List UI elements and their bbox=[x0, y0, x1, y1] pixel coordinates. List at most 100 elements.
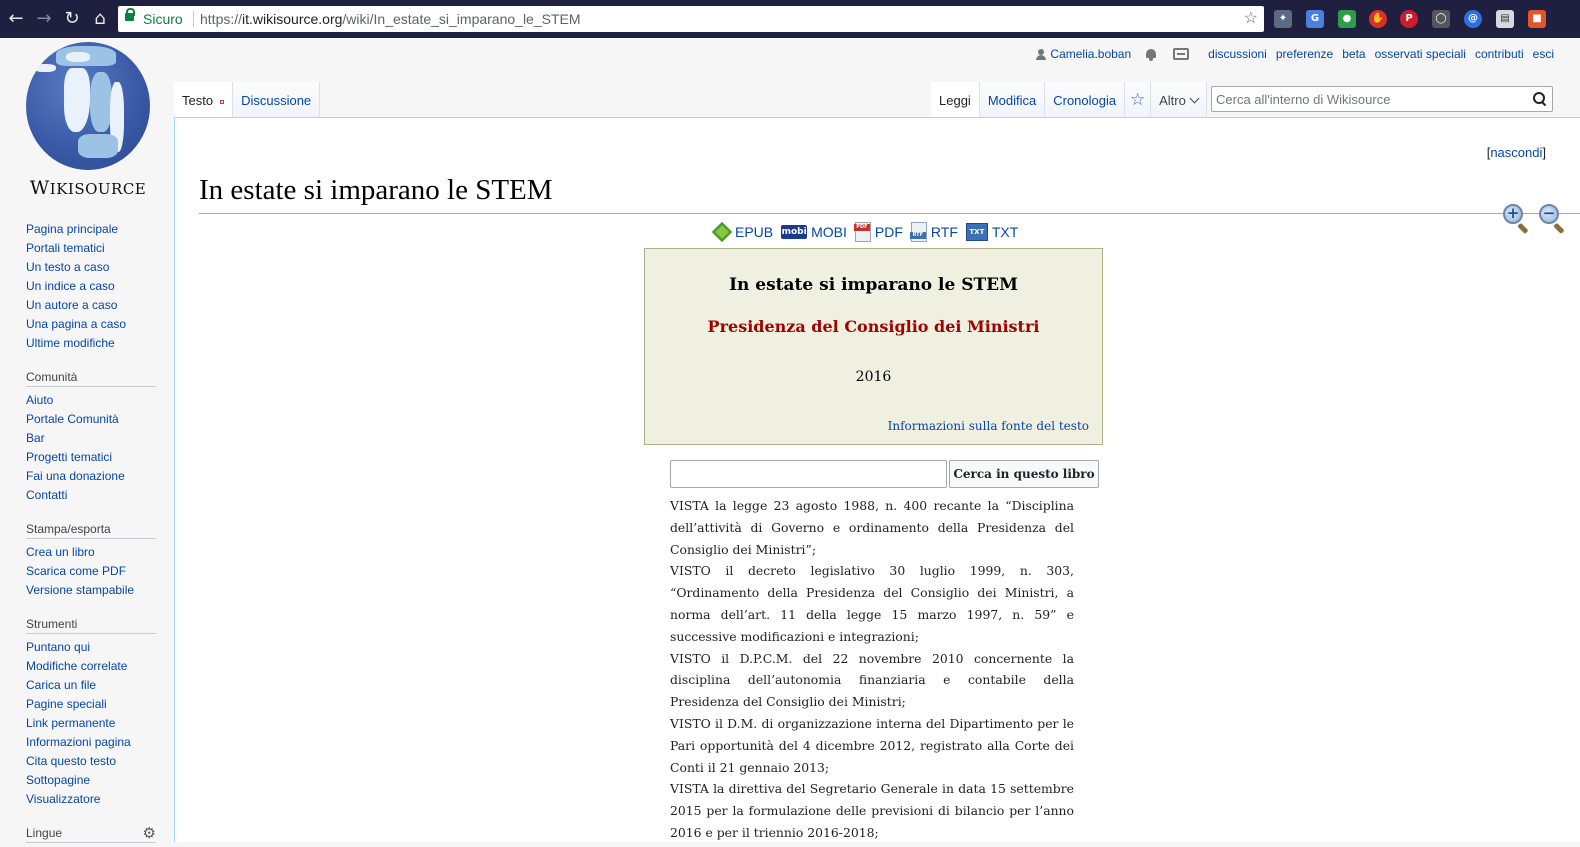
search-icon[interactable] bbox=[1533, 92, 1547, 106]
paragraph: VISTO il D.P.C.M. del 22 novembre 2010 c… bbox=[670, 650, 1074, 710]
user-link[interactable]: Camelia.boban bbox=[1050, 47, 1131, 61]
personal-link-beta[interactable]: beta bbox=[1342, 47, 1365, 61]
sidebar-item-carica-file[interactable]: Carica un file bbox=[26, 676, 156, 695]
forward-icon[interactable]: → bbox=[30, 0, 58, 38]
reload-icon[interactable]: ↻ bbox=[58, 0, 86, 38]
sidebar-item-ultime-modifiche[interactable]: Ultime modifiche bbox=[26, 334, 156, 353]
epub-icon bbox=[711, 221, 733, 243]
lightbulb-extension-icon[interactable]: ◯ bbox=[1432, 10, 1450, 28]
pdf-icon-tag: PDF bbox=[853, 224, 870, 231]
sidebar-item-cita-testo[interactable]: Cita questo testo bbox=[26, 752, 156, 771]
wikisource-logo[interactable]: WIKISOURCE bbox=[24, 42, 152, 202]
green-extension-icon[interactable]: ● bbox=[1338, 10, 1356, 28]
url-text[interactable]: https://it.wikisource.org/wiki/In_estate… bbox=[200, 6, 581, 32]
personal-link-esci[interactable]: esci bbox=[1533, 47, 1554, 61]
logo-text-big: W bbox=[29, 177, 50, 199]
url-path: /wiki/In_estate_si_imparano_le_STEM bbox=[342, 11, 581, 27]
source-info-link[interactable]: Informazioni sulla fonte del testo bbox=[888, 419, 1089, 433]
note-extension-icon[interactable]: ▤ bbox=[1496, 10, 1514, 28]
sidebar-item-pagina-a-caso[interactable]: Una pagina a caso bbox=[26, 315, 156, 334]
book-search-input[interactable] bbox=[670, 460, 947, 488]
sidebar-item-contatti[interactable]: Contatti bbox=[26, 486, 156, 505]
personal-tools: Camelia.boban discussioni preferenze bet… bbox=[1036, 47, 1554, 61]
sidebar-heading-comunita[interactable]: Comunità bbox=[26, 368, 156, 387]
sidebar-item-progetti-tematici[interactable]: Progetti tematici bbox=[26, 448, 156, 467]
sidebar-item-link-permanente[interactable]: Link permanente bbox=[26, 714, 156, 733]
globe-icon bbox=[26, 42, 150, 170]
export-rtf-link[interactable]: RTF RTF bbox=[909, 222, 958, 242]
zoom-out-icon[interactable]: − bbox=[1539, 204, 1567, 235]
personal-link-discussioni[interactable]: discussioni bbox=[1208, 47, 1267, 61]
search-input[interactable] bbox=[1216, 90, 1516, 108]
hide-link[interactable]: nascondi bbox=[1490, 145, 1542, 160]
zoom-in-icon[interactable]: + bbox=[1503, 204, 1531, 235]
sidebar-item-modifiche-correlate[interactable]: Modifiche correlate bbox=[26, 657, 156, 676]
at-extension-icon[interactable]: @ bbox=[1464, 10, 1482, 28]
export-epub-link[interactable]: EPUB bbox=[711, 221, 774, 243]
hide-toggle: [nascondi] bbox=[1487, 145, 1546, 160]
export-pdf-link[interactable]: PDF PDF bbox=[853, 222, 903, 242]
book-search-button[interactable]: Cerca in questo libro bbox=[949, 460, 1099, 488]
pdf-icon: PDF bbox=[853, 222, 871, 242]
tab-testo[interactable]: Testo bbox=[174, 82, 234, 117]
more-dropdown[interactable]: Altro bbox=[1151, 82, 1207, 117]
notices-tray-icon[interactable] bbox=[1173, 48, 1190, 60]
home-icon[interactable]: ⌂ bbox=[86, 0, 114, 38]
address-bar[interactable]: Sicuro https://it.wikisource.org/wiki/In… bbox=[118, 6, 1264, 32]
sidebar-item-scarica-pdf[interactable]: Scarica come PDF bbox=[26, 562, 156, 581]
back-icon[interactable]: ← bbox=[2, 0, 30, 38]
translate-extension-icon[interactable]: G bbox=[1306, 10, 1324, 28]
export-epub-label: EPUB bbox=[735, 224, 774, 240]
sidebar-item-testo-a-caso[interactable]: Un testo a caso bbox=[26, 258, 156, 277]
tab-leggi[interactable]: Leggi bbox=[931, 82, 980, 117]
pinterest-extension-icon[interactable]: P bbox=[1400, 10, 1418, 28]
sidebar-item-informazioni-pagina[interactable]: Informazioni pagina bbox=[26, 733, 156, 752]
personal-link-osservati-speciali[interactable]: osservati speciali bbox=[1375, 47, 1466, 61]
sidebar-item-pagine-speciali[interactable]: Pagine speciali bbox=[26, 695, 156, 714]
gear-icon[interactable]: ⚙ bbox=[143, 824, 156, 843]
sidebar-item-pagina-principale[interactable]: Pagina principale bbox=[26, 220, 156, 239]
sidebar-item-aiuto[interactable]: Aiuto bbox=[26, 391, 156, 410]
sidebar-item-donazione[interactable]: Fai una donazione bbox=[26, 467, 156, 486]
export-txt-link[interactable]: TXT TXT bbox=[965, 223, 1018, 241]
sidebar-tools: Puntano qui Modifiche correlate Carica u… bbox=[26, 638, 156, 809]
more-dropdown-label: Altro bbox=[1159, 93, 1186, 108]
sidebar: Pagina principale Portali tematici Un te… bbox=[26, 220, 156, 847]
personal-link-preferenze[interactable]: preferenze bbox=[1276, 47, 1333, 61]
office-extension-icon[interactable]: ■ bbox=[1528, 10, 1546, 28]
hide-bracket-close: ] bbox=[1542, 145, 1546, 160]
paragraph: VISTA la legge 23 agosto 1988, n. 400 re… bbox=[670, 498, 1074, 557]
paragraph: VISTO il decreto legislativo 30 luglio 1… bbox=[670, 563, 1074, 644]
sidebar-item-bar[interactable]: Bar bbox=[26, 429, 156, 448]
tab-cronologia[interactable]: Cronologia bbox=[1045, 82, 1126, 117]
sidebar-item-indice-a-caso[interactable]: Un indice a caso bbox=[26, 277, 156, 296]
sidebar-item-portale-comunita[interactable]: Portale Comunità bbox=[26, 410, 156, 429]
export-links: EPUB mobi MOBI PDF PDF RTF RTF TXT TXT bbox=[711, 221, 1026, 243]
sidebar-item-sottopagine[interactable]: Sottopagine bbox=[26, 771, 156, 790]
tab-discussione[interactable]: Discussione bbox=[233, 82, 321, 117]
lock-icon bbox=[125, 8, 135, 21]
sidebar-heading-lingue[interactable]: Lingue ⚙ bbox=[26, 824, 156, 843]
main-content: [nascondi] In estate si imparano le STEM… bbox=[174, 117, 1580, 842]
personal-link-contributi[interactable]: contributi bbox=[1475, 47, 1524, 61]
shield-extension-icon[interactable]: ✋ bbox=[1369, 10, 1387, 28]
header-title: In estate si imparano le STEM bbox=[729, 275, 1018, 295]
sidebar-community: Aiuto Portale Comunità Bar Progetti tema… bbox=[26, 391, 156, 505]
puzzle-extension-icon[interactable]: ✦ bbox=[1274, 10, 1292, 28]
sidebar-item-portali-tematici[interactable]: Portali tematici bbox=[26, 239, 156, 258]
sidebar-item-autore-a-caso[interactable]: Un autore a caso bbox=[26, 296, 156, 315]
notifications-bell-icon[interactable] bbox=[1145, 48, 1157, 61]
sidebar-item-versione-stampabile[interactable]: Versione stampabile bbox=[26, 581, 156, 600]
sidebar-item-puntano-qui[interactable]: Puntano qui bbox=[26, 638, 156, 657]
sidebar-item-crea-libro[interactable]: Crea un libro bbox=[26, 543, 156, 562]
export-mobi-link[interactable]: mobi MOBI bbox=[781, 224, 847, 240]
watch-star-icon[interactable]: ☆ bbox=[1125, 82, 1152, 117]
url-host: it.wikisource.org bbox=[242, 11, 343, 27]
sidebar-item-visualizzatore[interactable]: Visualizzatore bbox=[26, 790, 156, 809]
text-header-box: In estate si imparano le STEM Presidenza… bbox=[644, 248, 1103, 445]
bookmark-star-icon[interactable]: ☆ bbox=[1244, 6, 1258, 32]
sidebar-heading-strumenti[interactable]: Strumenti bbox=[26, 615, 156, 634]
header-author-link[interactable]: Presidenza del Consiglio dei Ministri bbox=[645, 317, 1102, 336]
sidebar-heading-stampa[interactable]: Stampa/esporta bbox=[26, 520, 156, 539]
tab-modifica[interactable]: Modifica bbox=[979, 82, 1046, 117]
